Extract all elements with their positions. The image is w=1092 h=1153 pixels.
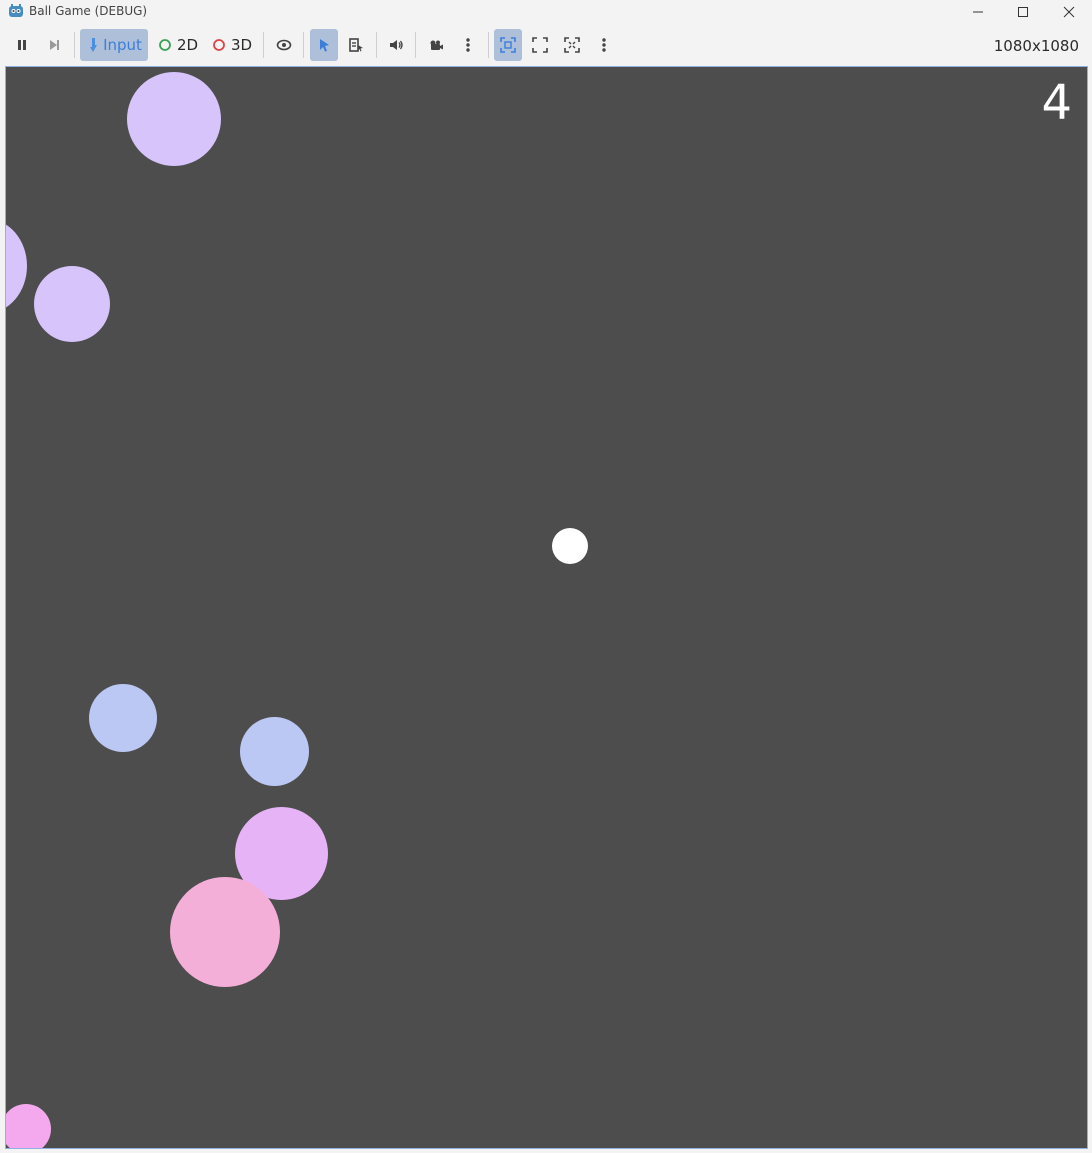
maximize-icon [1018, 6, 1028, 17]
score-label: 4 [1041, 75, 1072, 131]
ball [240, 717, 309, 786]
mode-3d-button[interactable]: 3D [208, 29, 256, 61]
debug-toolbar: Input 2D 3D 1080x1080 [0, 24, 1092, 66]
player-ball [552, 528, 588, 564]
minimize-button[interactable] [955, 0, 1001, 23]
more-options-icon [602, 38, 606, 52]
mode-3d-label: 3D [230, 36, 253, 54]
ball [127, 72, 221, 166]
toolbar-separator [303, 32, 304, 58]
input-label: Input [103, 36, 142, 54]
select-mode-button[interactable] [310, 29, 338, 61]
ball [170, 877, 280, 987]
2d-icon [159, 39, 171, 51]
minimize-icon [973, 11, 983, 12]
view-options-button[interactable] [590, 29, 618, 61]
close-button[interactable] [1046, 0, 1092, 23]
ball [34, 266, 110, 342]
list-select-button[interactable] [342, 29, 370, 61]
input-button[interactable]: Input [80, 29, 148, 61]
fullscreen-icon [564, 37, 580, 53]
camera-icon [430, 40, 443, 50]
pause-icon [18, 40, 26, 50]
step-frame-button[interactable] [40, 29, 68, 61]
3d-icon [213, 39, 225, 51]
ball [6, 1104, 51, 1148]
window-title: Ball Game (DEBUG) [29, 4, 148, 18]
audio-button[interactable] [382, 29, 410, 61]
toolbar-separator [263, 32, 264, 58]
stretch-button[interactable] [526, 29, 554, 61]
game-window: Ball Game (DEBUG) Input 2D 3D 1080x1080 … [0, 0, 1092, 1153]
ball [89, 684, 157, 752]
godot-icon [8, 3, 24, 19]
fullscreen-button[interactable] [558, 29, 586, 61]
camera-options-button[interactable] [454, 29, 482, 61]
ball [6, 219, 27, 313]
close-icon [1063, 6, 1075, 17]
game-viewport[interactable]: 4 [5, 66, 1088, 1149]
toolbar-separator [74, 32, 75, 58]
camera-button[interactable] [422, 29, 450, 61]
toolbar-separator [415, 32, 416, 58]
pause-button[interactable] [8, 29, 36, 61]
mode-2d-label: 2D [176, 36, 199, 54]
title-bar: Ball Game (DEBUG) [0, 0, 1092, 23]
visibility-icon [276, 39, 292, 51]
list-select-icon [349, 38, 363, 52]
stretch-icon [532, 37, 548, 53]
toolbar-separator [376, 32, 377, 58]
audio-icon [390, 40, 403, 50]
maximize-button[interactable] [1000, 0, 1046, 23]
resolution-label: 1080x1080 [993, 37, 1079, 55]
step-frame-icon [50, 40, 59, 50]
select-cursor-icon [320, 39, 329, 52]
input-icon [90, 38, 98, 52]
mode-2d-button[interactable]: 2D [154, 29, 202, 61]
fit-viewport-icon [500, 37, 516, 53]
toolbar-separator [488, 32, 489, 58]
visibility-button[interactable] [270, 29, 298, 61]
more-options-icon [466, 38, 470, 52]
fit-viewport-button[interactable] [494, 29, 522, 61]
